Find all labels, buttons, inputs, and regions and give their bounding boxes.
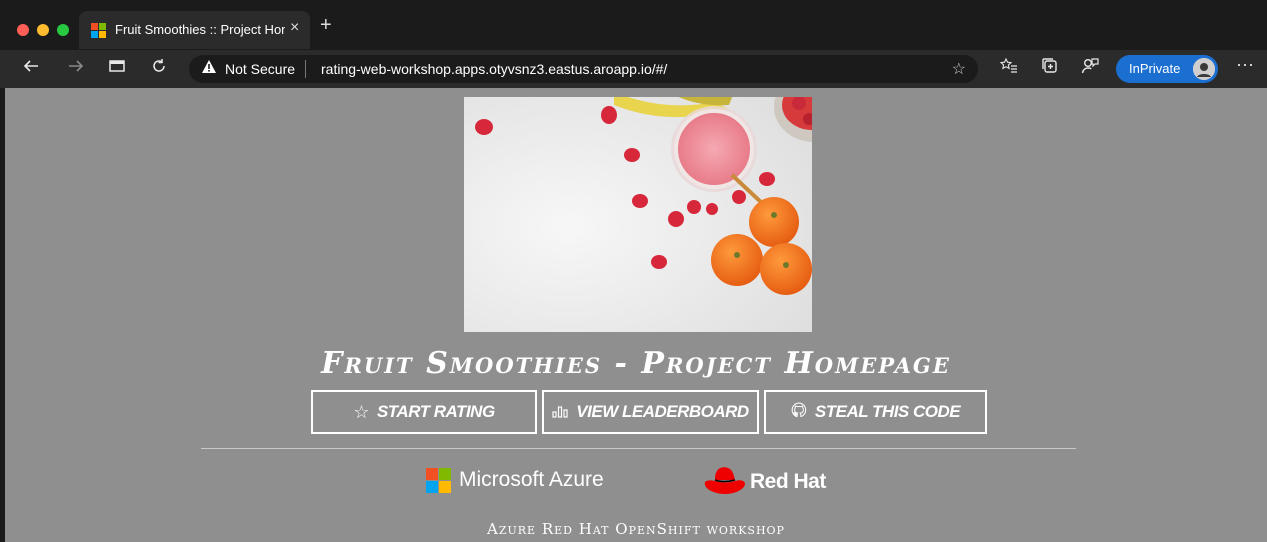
- red-hat-fedora-icon: [704, 467, 745, 494]
- bar-chart-icon: [552, 402, 568, 423]
- avatar: [1193, 58, 1215, 80]
- view-leaderboard-button[interactable]: View Leaderboard: [542, 390, 759, 434]
- red-hat-text: Red Hat: [750, 470, 826, 493]
- inprivate-button[interactable]: InPrivate: [1116, 55, 1218, 83]
- divider: [201, 448, 1076, 449]
- collections-icon[interactable]: [1041, 57, 1059, 81]
- zoom-window-button[interactable]: [57, 24, 69, 36]
- page-viewport: Fruit Smoothies - Project Homepage ☆ Sta…: [5, 88, 1267, 542]
- github-icon: [791, 401, 807, 423]
- minimize-window-button[interactable]: [37, 24, 49, 36]
- forward-arrow-icon[interactable]: [67, 57, 85, 81]
- steal-this-code-button[interactable]: Steal This Code: [764, 390, 987, 434]
- action-buttons: ☆ Start Rating View Leaderboard Steal Th…: [311, 390, 987, 438]
- start-rating-label: Start Rating: [376, 402, 495, 421]
- favorites-icon[interactable]: [999, 57, 1018, 81]
- tab-active[interactable]: Fruit Smoothies :: Project Homepage ×: [79, 11, 310, 49]
- page-title: Fruit Smoothies - Project Homepage: [321, 346, 951, 381]
- inprivate-label: InPrivate: [1129, 61, 1181, 76]
- view-leaderboard-label: View Leaderboard: [576, 402, 749, 421]
- close-window-button[interactable]: [17, 24, 29, 36]
- star-outline-icon: ☆: [353, 401, 369, 422]
- security-label[interactable]: Not Secure: [225, 61, 295, 77]
- tab-close-icon[interactable]: ×: [290, 19, 299, 37]
- browser-toolbar: Not Secure rating-web-workshop.apps.otyv…: [0, 50, 1267, 88]
- tab-strip: Fruit Smoothies :: Project Homepage × +: [0, 0, 1267, 50]
- microsoft-favicon-icon: [91, 23, 106, 38]
- tab-actions-icon[interactable]: [108, 57, 126, 81]
- url-text[interactable]: rating-web-workshop.apps.otyvsnz3.eastus…: [321, 61, 667, 77]
- address-divider: [305, 60, 306, 78]
- address-bar[interactable]: Not Secure rating-web-workshop.apps.otyv…: [189, 55, 978, 83]
- red-hat-logo: Red Hat: [703, 465, 843, 501]
- browser-window: Fruit Smoothies :: Project Homepage × + …: [0, 0, 1267, 542]
- warning-icon: [201, 59, 217, 79]
- footer-text: Azure Red Hat OpenShift workshop: [487, 520, 785, 538]
- new-tab-icon[interactable]: +: [320, 14, 332, 37]
- start-rating-button[interactable]: ☆ Start Rating: [311, 390, 537, 434]
- profile-feedback-icon[interactable]: [1081, 57, 1099, 81]
- steal-this-code-label: Steal This Code: [814, 402, 961, 421]
- microsoft-azure-text: Microsoft Azure: [459, 468, 604, 491]
- microsoft-azure-logo: Microsoft Azure: [426, 466, 626, 496]
- back-arrow-icon[interactable]: [22, 57, 40, 81]
- more-options-icon[interactable]: ⋯: [1236, 55, 1254, 76]
- favorite-star-icon[interactable]: ☆: [952, 59, 966, 79]
- tab-title: Fruit Smoothies :: Project Homepage: [115, 22, 285, 37]
- hero-image: [464, 97, 812, 332]
- refresh-icon[interactable]: [150, 57, 168, 81]
